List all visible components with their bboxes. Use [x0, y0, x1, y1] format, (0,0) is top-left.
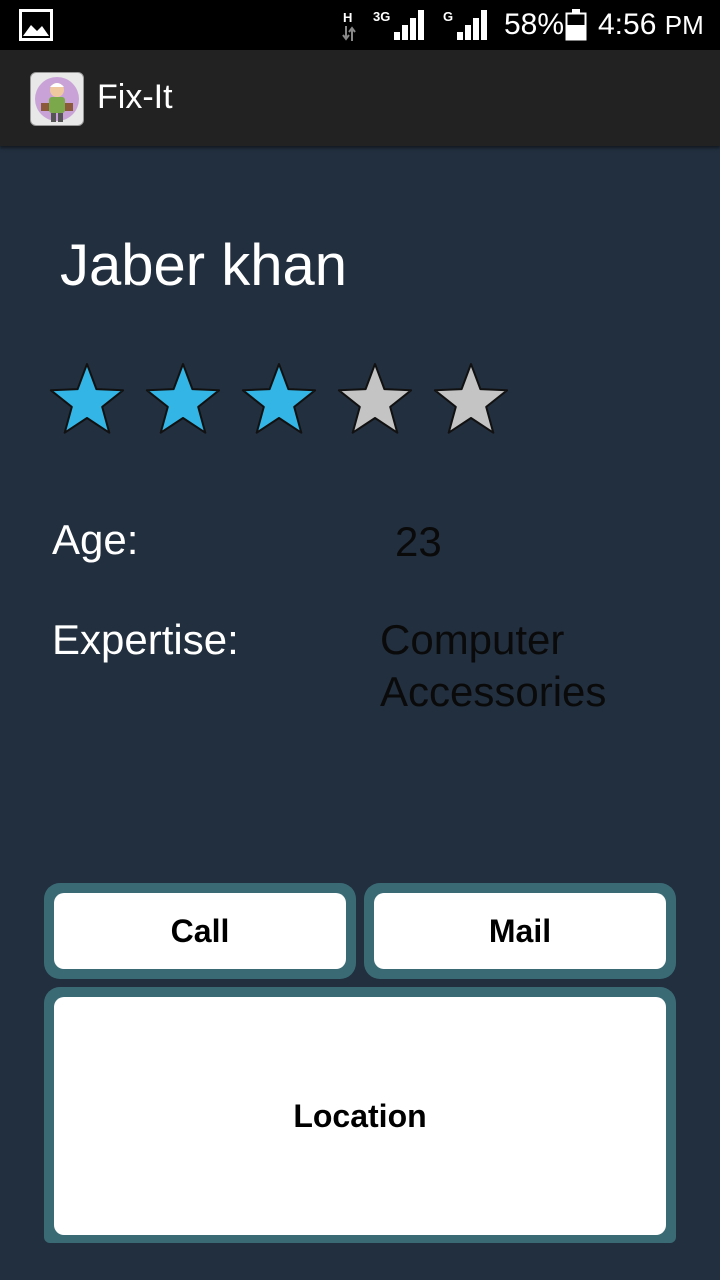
signal-strength-icon-2 — [457, 10, 487, 40]
age-label: Age: — [52, 516, 139, 563]
status-bar: H 3G G 58% 4:56 PM — [0, 0, 720, 50]
clock-time: 4:56 — [598, 8, 657, 41]
call-button-frame: Call — [44, 883, 356, 979]
clock-ampm: PM — [664, 10, 704, 40]
star-filled-icon[interactable] — [47, 362, 127, 438]
age-value: 23 — [395, 518, 442, 565]
mail-button[interactable]: Mail — [374, 893, 666, 969]
fix-it-app-icon[interactable] — [30, 72, 84, 126]
worker-name: Jaber khan — [60, 233, 347, 298]
star-empty-icon[interactable] — [431, 362, 511, 438]
battery-percent: 58% — [504, 8, 565, 41]
call-button[interactable]: Call — [54, 893, 346, 969]
star-filled-icon[interactable] — [143, 362, 223, 438]
app-title: Fix-It — [97, 78, 173, 116]
expertise-value-line-2: Accessories — [380, 668, 607, 715]
location-button[interactable]: Location — [54, 997, 666, 1235]
location-button-frame: Location — [44, 987, 676, 1243]
signal-strength-icon-1 — [394, 10, 424, 40]
mail-button-frame: Mail — [364, 883, 676, 979]
star-filled-icon[interactable] — [239, 362, 319, 438]
gallery-notification-icon — [19, 9, 53, 41]
action-bar: Fix-It — [0, 50, 720, 146]
expertise-value-line-1: Computer — [380, 616, 565, 663]
expertise-label: Expertise: — [52, 616, 239, 663]
expertise-value: Computer Accessories — [380, 614, 606, 718]
star-empty-icon[interactable] — [335, 362, 415, 438]
data-activity-icon — [342, 26, 356, 41]
network-type-3g: 3G — [373, 9, 391, 24]
battery-icon — [565, 9, 587, 41]
network-type-h: H — [343, 10, 353, 25]
network-type-g: G — [443, 9, 454, 24]
clock: 4:56 PM — [598, 8, 704, 42]
